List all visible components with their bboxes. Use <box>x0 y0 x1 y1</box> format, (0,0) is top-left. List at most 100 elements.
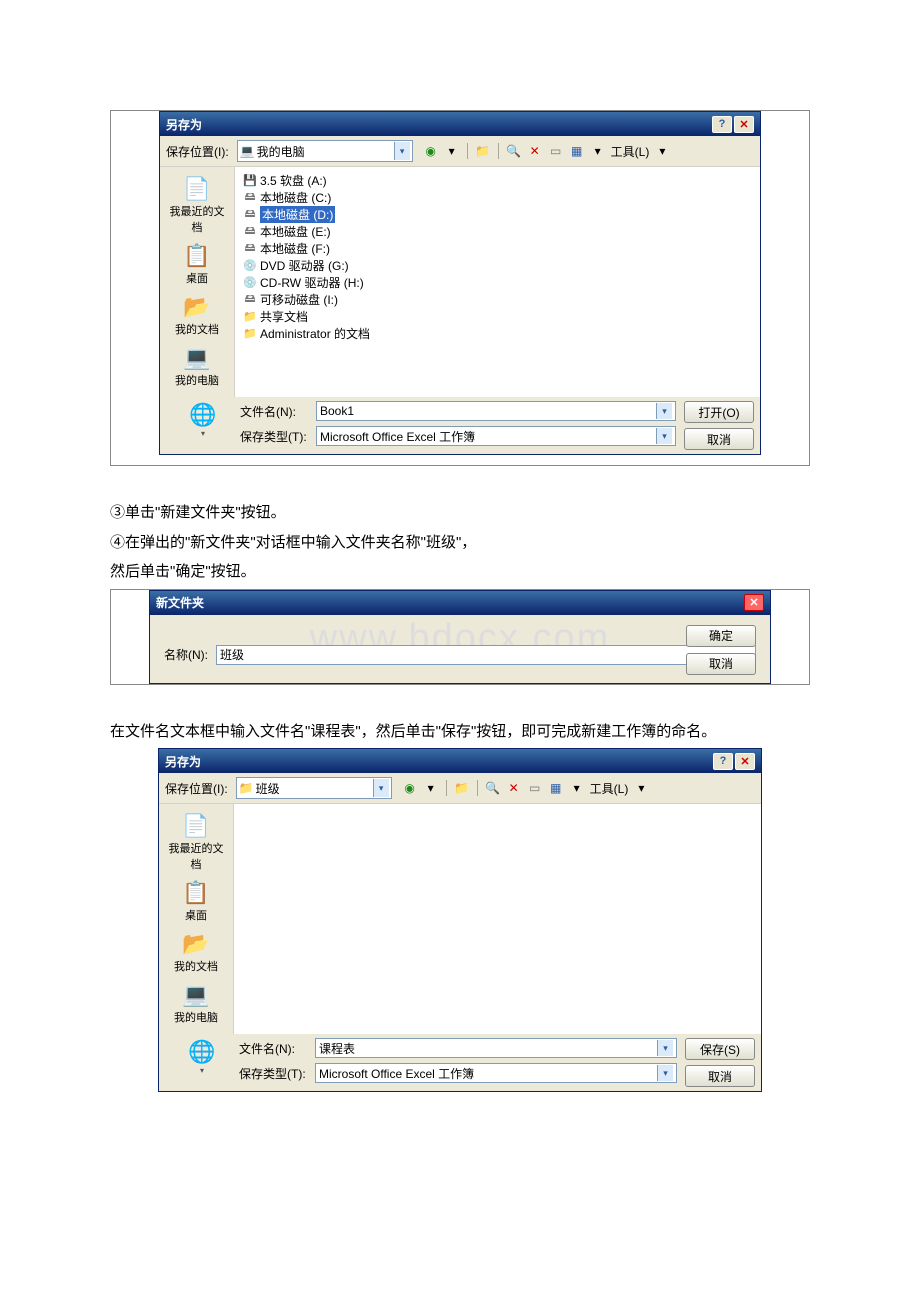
new-folder-icon[interactable]: ▭ <box>548 143 564 159</box>
ok-button[interactable]: 确定 <box>686 625 756 647</box>
chevron-down-icon[interactable]: ▾ <box>394 142 410 160</box>
instruction-text: ③单击"新建文件夹"按钮。 <box>110 500 810 526</box>
places-bar: 📄我最近的文档 📋桌面 📂我的文档 💻我的电脑 <box>159 804 234 1034</box>
chevron-down-icon[interactable]: ▾ <box>657 1040 673 1056</box>
filetype-combo[interactable]: Microsoft Office Excel 工作簿▾ <box>316 426 676 446</box>
titlebar[interactable]: 另存为 ? ✕ <box>159 749 761 773</box>
back-icon[interactable]: ◉ <box>402 780 418 796</box>
list-item[interactable]: 💿DVD 驱动器 (G:) <box>243 257 752 274</box>
desktop-icon: 📋 <box>181 243 213 269</box>
list-item[interactable]: 🖴本地磁盘 (C:) <box>243 189 752 206</box>
dialog-title: 新文件夹 <box>156 594 742 611</box>
name-input[interactable]: 班级 <box>216 645 756 665</box>
cancel-button[interactable]: 取消 <box>684 428 754 450</box>
location-combo[interactable]: 💻 我的电脑 ▾ <box>237 140 413 162</box>
help-icon[interactable]: ? <box>713 753 733 770</box>
tools-menu[interactable]: 工具(L) <box>611 143 650 160</box>
removable-icon: 🖴 <box>243 293 257 307</box>
views-icon[interactable]: ▦ <box>548 780 564 796</box>
place-recent[interactable]: 📄我最近的文档 <box>165 173 229 238</box>
place-mydocs[interactable]: 📂我的文档 <box>165 291 229 340</box>
place-recent[interactable]: 📄我最近的文档 <box>164 810 228 875</box>
chevron-down-icon[interactable]: ▾ <box>657 1065 673 1081</box>
disk-icon: 🖴 <box>243 225 257 239</box>
filename-label: 文件名(N): <box>240 403 310 420</box>
tools-dropdown-icon[interactable]: ▾ <box>633 780 649 796</box>
tools-dropdown-icon[interactable]: ▾ <box>654 143 670 159</box>
up-folder-icon[interactable]: 📁 <box>454 780 470 796</box>
close-icon[interactable]: ✕ <box>744 594 764 611</box>
folder-icon: 📂 <box>180 931 212 957</box>
place-computer[interactable]: 💻我的电脑 <box>165 342 229 391</box>
location-label: 保存位置(I): <box>165 780 228 797</box>
chevron-down-icon[interactable]: ▾ <box>656 428 672 444</box>
folder-icon: 📁 <box>243 327 257 341</box>
screenshot-frame-2: 新文件夹 ✕ www.bdocx.com 名称(N): 班级 确定 取消 <box>110 589 810 685</box>
filename-label: 文件名(N): <box>239 1040 309 1057</box>
place-mydocs[interactable]: 📂我的文档 <box>164 928 228 977</box>
dialog-title: 另存为 <box>165 753 711 770</box>
location-label: 保存位置(I): <box>166 143 229 160</box>
cancel-button[interactable]: 取消 <box>686 653 756 675</box>
back-dropdown-icon[interactable]: ▾ <box>423 780 439 796</box>
search-icon[interactable]: 🔍 <box>506 143 522 159</box>
titlebar[interactable]: 新文件夹 ✕ <box>150 591 770 615</box>
close-icon[interactable]: ✕ <box>734 116 754 133</box>
file-list[interactable] <box>234 804 761 1034</box>
computer-icon: 💻 <box>240 144 254 158</box>
place-computer[interactable]: 💻我的电脑 <box>164 979 228 1028</box>
save-as-dialog-2: 另存为 ? ✕ 保存位置(I): 📁 班级 ▾ ◉ ▾ 📁 🔍 ✕ ▭ ▦ ▾ 工具… <box>158 748 762 1092</box>
open-button[interactable]: 打开(O) <box>684 401 754 423</box>
new-folder-icon[interactable]: ▭ <box>527 780 543 796</box>
place-desktop[interactable]: 📋桌面 <box>164 877 228 926</box>
search-icon[interactable]: 🔍 <box>485 780 501 796</box>
desktop-icon: 📋 <box>180 880 212 906</box>
list-item[interactable]: 💾3.5 软盘 (A:) <box>243 172 752 189</box>
help-icon[interactable]: ? <box>712 116 732 133</box>
list-item[interactable]: 📁Administrator 的文档 <box>243 325 752 342</box>
computer-icon: 💻 <box>180 982 212 1008</box>
network-icon[interactable]: 🌐 <box>186 1038 218 1066</box>
instruction-text: 在文件名文本框中输入文件名"课程表"，然后单击"保存"按钮，即可完成新建工作簿的… <box>110 719 810 745</box>
toolbar: 保存位置(I): 📁 班级 ▾ ◉▾ 📁 🔍 ✕ ▭ ▦▾ 工具(L)▾ <box>159 773 761 804</box>
name-label: 名称(N): <box>164 646 208 663</box>
views-dropdown-icon[interactable]: ▾ <box>590 143 606 159</box>
toolbar: 保存位置(I): 💻 我的电脑 ▾ ◉▾ 📁 🔍 ✕ ▭ ▦▾ 工具(L)▾ <box>160 136 760 167</box>
list-item[interactable]: 🖴本地磁盘 (D:) <box>243 206 752 223</box>
list-item[interactable]: 🖴本地磁盘 (E:) <box>243 223 752 240</box>
folder-icon: 📁 <box>243 310 257 324</box>
back-dropdown-icon[interactable]: ▾ <box>444 143 460 159</box>
save-button[interactable]: 保存(S) <box>685 1038 755 1060</box>
instruction-text: ④在弹出的"新文件夹"对话框中输入文件夹名称"班级"， <box>110 530 810 556</box>
chevron-down-icon[interactable]: ▾ <box>193 429 213 437</box>
location-combo[interactable]: 📁 班级 ▾ <box>236 777 392 799</box>
network-icon[interactable]: 🌐 <box>187 401 219 429</box>
chevron-down-icon[interactable]: ▾ <box>656 403 672 419</box>
up-folder-icon[interactable]: 📁 <box>475 143 491 159</box>
computer-icon: 💻 <box>181 345 213 371</box>
file-list[interactable]: 💾3.5 软盘 (A:) 🖴本地磁盘 (C:) 🖴本地磁盘 (D:) 🖴本地磁盘… <box>235 167 760 397</box>
list-item[interactable]: 📁共享文档 <box>243 308 752 325</box>
place-desktop[interactable]: 📋桌面 <box>165 240 229 289</box>
delete-icon[interactable]: ✕ <box>527 143 543 159</box>
filename-input[interactable]: 课程表▾ <box>315 1038 677 1058</box>
titlebar[interactable]: 另存为 ? ✕ <box>160 112 760 136</box>
places-bar: 📄我最近的文档 📋桌面 📂我的文档 💻我的电脑 <box>160 167 235 397</box>
delete-icon[interactable]: ✕ <box>506 780 522 796</box>
chevron-down-icon[interactable]: ▾ <box>192 1066 212 1074</box>
location-value: 班级 <box>256 780 280 797</box>
separator <box>446 780 447 796</box>
list-item[interactable]: 🖴本地磁盘 (F:) <box>243 240 752 257</box>
views-dropdown-icon[interactable]: ▾ <box>569 780 585 796</box>
filename-input[interactable]: Book1▾ <box>316 401 676 421</box>
filetype-combo[interactable]: Microsoft Office Excel 工作簿▾ <box>315 1063 677 1083</box>
close-icon[interactable]: ✕ <box>735 753 755 770</box>
back-icon[interactable]: ◉ <box>423 143 439 159</box>
list-item[interactable]: 💿CD-RW 驱动器 (H:) <box>243 274 752 291</box>
chevron-down-icon[interactable]: ▾ <box>373 779 389 797</box>
list-item[interactable]: 🖴可移动磁盘 (I:) <box>243 291 752 308</box>
views-icon[interactable]: ▦ <box>569 143 585 159</box>
tools-menu[interactable]: 工具(L) <box>590 780 629 797</box>
filetype-label: 保存类型(T): <box>240 428 310 445</box>
cancel-button[interactable]: 取消 <box>685 1065 755 1087</box>
